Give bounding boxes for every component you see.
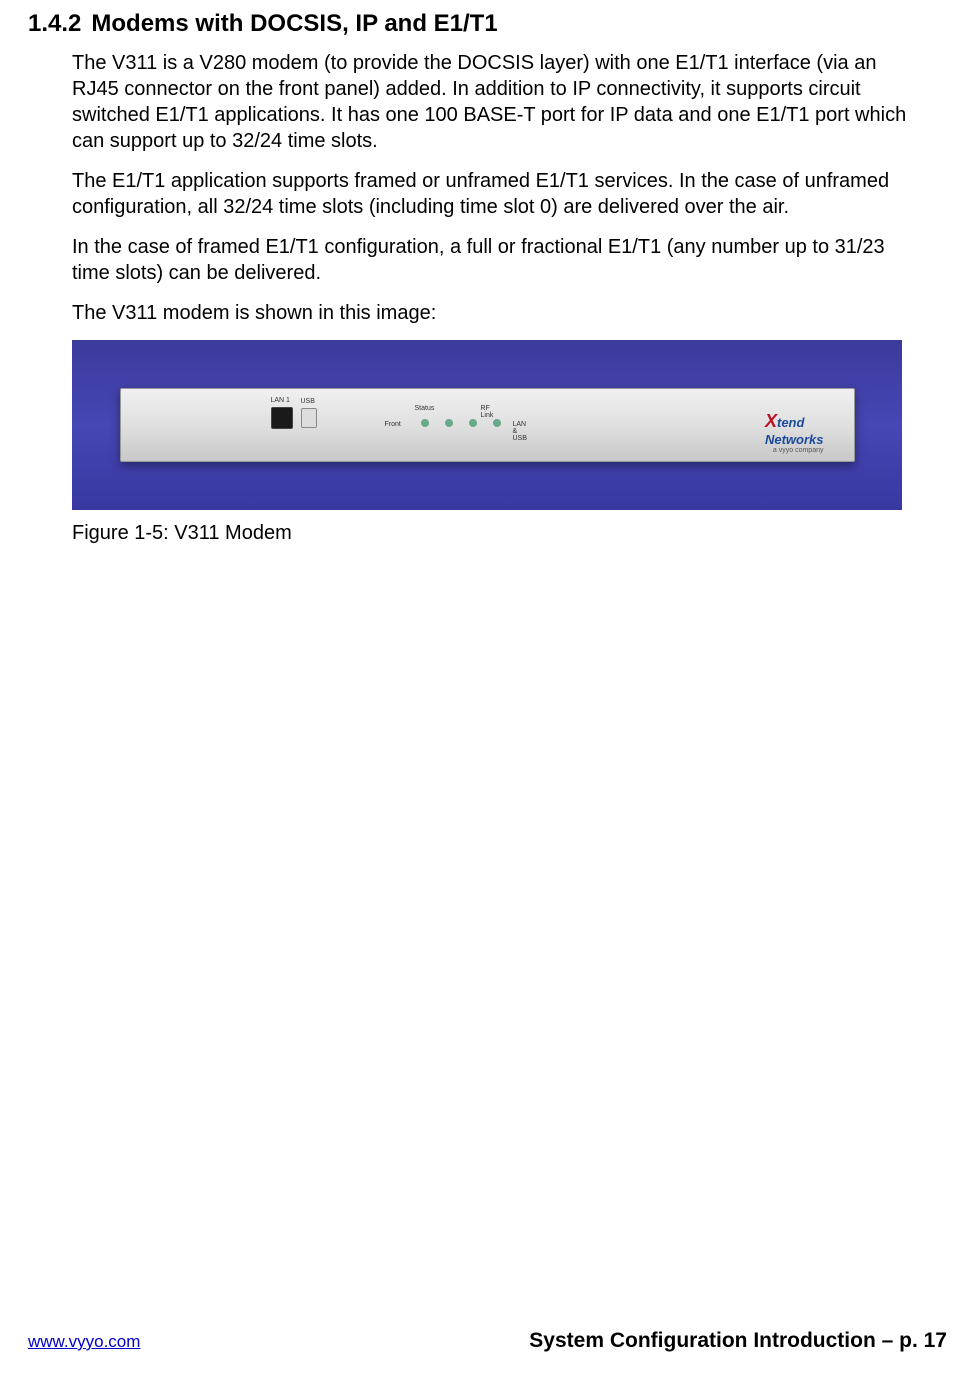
body-paragraphs: The V311 is a V280 modem (to provide the… <box>28 50 915 545</box>
footer-link[interactable]: www.vyyo.com <box>28 1332 140 1352</box>
usb-port-icon <box>301 408 317 428</box>
device-ports: LAN 1 USB <box>271 407 317 429</box>
page-content: 1.4.2 Modems with DOCSIS, IP and E1/T1 T… <box>0 0 975 545</box>
status-led-icon <box>421 419 429 427</box>
led-label-front: Front <box>385 421 401 428</box>
device-leds: Status Front RF Link LAN & USB <box>421 419 501 427</box>
led-label-lanusb: LAN & USB <box>513 421 527 442</box>
led-label-rflink: RF Link <box>481 405 501 419</box>
device-logo: Xtend Networks a vyyo company <box>765 411 824 454</box>
logo-subtitle: a vyyo company <box>765 447 824 454</box>
section-title: Modems with DOCSIS, IP and E1/T1 <box>91 10 497 38</box>
port-label-lan: LAN 1 <box>271 397 290 404</box>
page-footer: www.vyyo.com System Configuration Introd… <box>28 1329 947 1353</box>
paragraph-4: The V311 modem is shown in this image: <box>72 300 915 326</box>
figure-caption: Figure 1-5: V311 Modem <box>72 522 915 545</box>
modem-device: LAN 1 USB Status Front RF Link LAN & U <box>120 388 855 462</box>
paragraph-2: The E1/T1 application supports framed or… <box>72 168 915 220</box>
led-label-status: Status <box>415 405 435 412</box>
figure-image: LAN 1 USB Status Front RF Link LAN & U <box>72 340 902 510</box>
section-number: 1.4.2 <box>28 10 81 38</box>
logo-tend: tend <box>777 415 804 430</box>
paragraph-3: In the case of framed E1/T1 configuratio… <box>72 234 915 286</box>
status-led-icon <box>445 419 453 427</box>
rflink-led-icon <box>469 419 477 427</box>
footer-page-label: System Configuration Introduction – p. 1… <box>529 1329 947 1353</box>
port-label-usb: USB <box>301 398 315 405</box>
lanusb-led-icon <box>493 419 501 427</box>
logo-x: X <box>765 411 777 431</box>
paragraph-1: The V311 is a V280 modem (to provide the… <box>72 50 915 154</box>
logo-networks: Networks <box>765 432 824 447</box>
lan-port-icon <box>271 407 293 429</box>
section-heading: 1.4.2 Modems with DOCSIS, IP and E1/T1 <box>28 10 915 38</box>
